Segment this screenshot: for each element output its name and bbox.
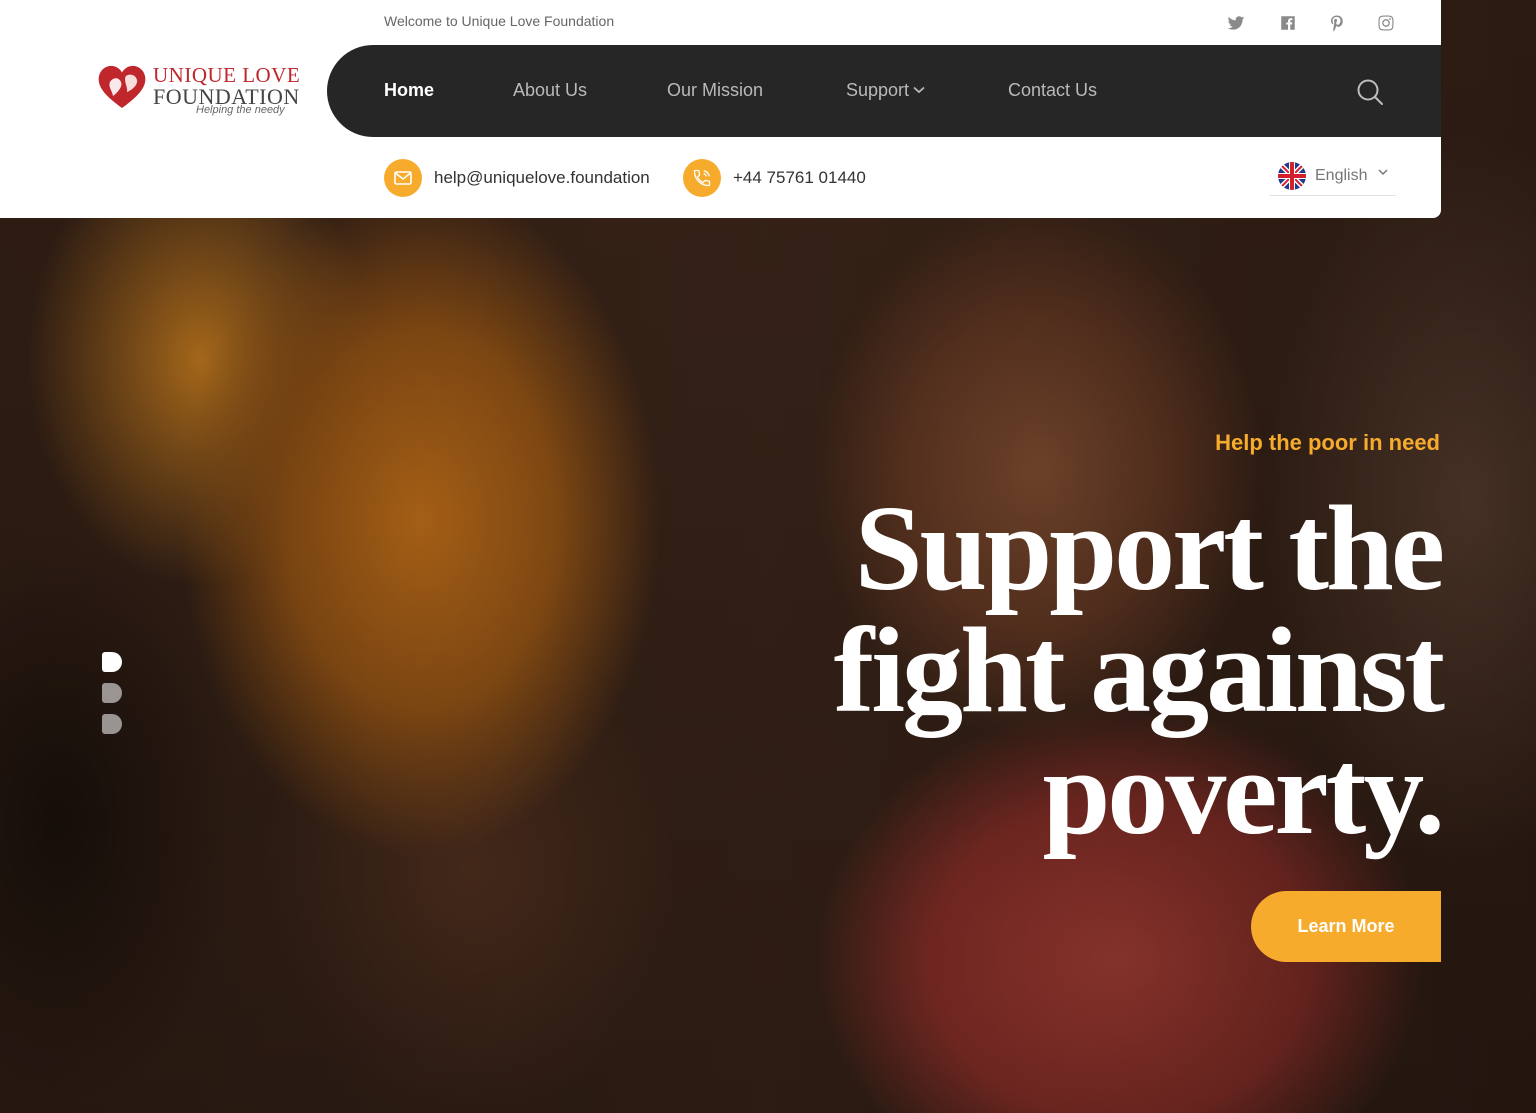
uk-flag-icon (1278, 162, 1306, 190)
logo-tagline: Helping the needy (196, 104, 285, 116)
nav-about[interactable]: About Us (513, 80, 587, 101)
email-text: help@uniquelove.foundation (434, 168, 650, 187)
headline-line-2: fight against (833, 603, 1445, 738)
slider-pagination (102, 652, 122, 745)
facebook-icon[interactable] (1277, 12, 1299, 34)
pinterest-icon[interactable] (1326, 12, 1348, 34)
headline-line-1: Support the (854, 481, 1445, 616)
site-logo[interactable]: UNIQUE LOVE FOUNDATION Helping the needy (96, 60, 311, 122)
hero-eyebrow: Help the poor in need (1215, 430, 1440, 455)
chevron-down-icon (913, 86, 925, 94)
phone-icon (683, 159, 721, 197)
nav-mission[interactable]: Our Mission (667, 80, 763, 101)
welcome-text: Welcome to Unique Love Foundation (384, 13, 615, 29)
site-header: Welcome to Unique Love Foundation UNIQUE… (0, 0, 1441, 218)
slide-dot-2[interactable] (102, 683, 122, 703)
heart-logo-icon (98, 65, 146, 108)
nav-support[interactable]: Support (846, 80, 925, 101)
twitter-icon[interactable] (1225, 12, 1247, 34)
nav-home[interactable]: Home (384, 80, 434, 101)
hero-headline: Support the fight against poverty. (833, 481, 1445, 860)
email-contact[interactable]: help@uniquelove.foundation (384, 157, 650, 199)
language-select[interactable]: English (1270, 157, 1396, 196)
nav-support-label: Support (846, 80, 910, 100)
slide-dot-1[interactable] (102, 652, 122, 672)
main-nav: Home About Us Our Mission Support Contac… (327, 45, 1441, 137)
instagram-icon[interactable] (1375, 12, 1397, 34)
chevron-down-icon (1378, 169, 1388, 176)
phone-contact[interactable]: +44 75761 01440 (683, 157, 866, 199)
slide-dot-3[interactable] (102, 714, 122, 734)
phone-text: +44 75761 01440 (733, 168, 866, 187)
headline-line-3: poverty. (1042, 725, 1445, 860)
search-icon[interactable] (1356, 78, 1384, 106)
language-label: English (1315, 167, 1368, 184)
learn-more-button[interactable]: Learn More (1251, 891, 1441, 962)
mail-icon (384, 159, 422, 197)
nav-contact[interactable]: Contact Us (1008, 80, 1097, 101)
